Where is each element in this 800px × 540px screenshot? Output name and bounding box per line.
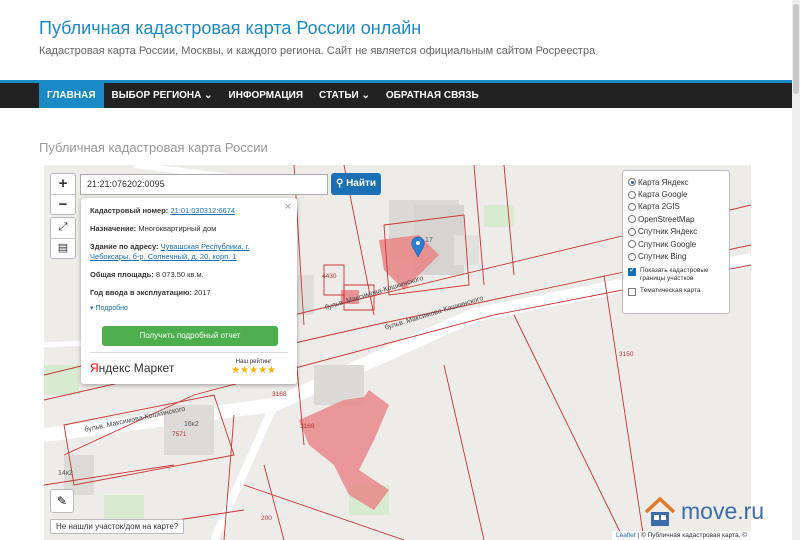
checkbox-icon[interactable] (628, 266, 636, 276)
search-button[interactable]: ⚲ Найти (331, 173, 381, 195)
map-label: 3150 (619, 351, 634, 358)
checkbox-icon[interactable] (628, 287, 636, 296)
purpose-label: Назначение: (90, 224, 137, 233)
site-header: Публичная кадастровая карта России онлай… (0, 0, 800, 80)
market-rating: Наш рейтинг ★★★★★ (231, 359, 276, 376)
house-number-label: 16к2 (184, 421, 199, 428)
print-icon[interactable]: ▤ (51, 238, 75, 258)
thematic-map-toggle[interactable]: Тематическая карта (628, 287, 724, 296)
address-label: Здание по адресу: (90, 242, 159, 251)
layer-option[interactable]: Карта 2GIS (628, 201, 724, 213)
map-label: 200 (261, 515, 272, 522)
close-icon[interactable]: × (285, 201, 291, 213)
nav-item-feedback[interactable]: ОБРАТНАЯ СВЯЗЬ (378, 83, 487, 108)
ruler-icon[interactable]: ✎ (50, 489, 74, 513)
layer-option[interactable]: Спутник Яндекс (628, 226, 724, 238)
radio-icon[interactable] (628, 240, 636, 249)
nav-item-home[interactable]: ГЛАВНАЯ (39, 83, 104, 108)
map-tools: ⤢ ▤ (50, 217, 76, 259)
zoom-in-button[interactable]: + (51, 174, 75, 194)
page-heading: Публичная кадастровая карта России (39, 140, 268, 155)
area-label: Общая площадь: (90, 270, 154, 279)
site-title[interactable]: Публичная кадастровая карта России онлай… (39, 18, 800, 39)
leaflet-link[interactable]: Leaflet (616, 532, 636, 539)
yandex-market-logo: Яндекс Маркет (90, 360, 175, 375)
layer-option[interactable]: OpenStreetMap (628, 213, 724, 225)
area-value: 8 073.50 кв.м. (155, 270, 204, 279)
purpose-row: Назначение: Многоквартирный дом (90, 224, 288, 234)
map-label: 3168 (272, 391, 287, 398)
get-report-button[interactable]: Получить подробный отчет (102, 326, 278, 346)
map-label: 4430 (322, 273, 337, 280)
layer-option[interactable]: Спутник Bing (628, 250, 724, 262)
main-navbar: ГЛАВНАЯ ВЫБОР РЕГИОНА ⌄ ИНФОРМАЦИЯ СТАТЬ… (0, 80, 792, 108)
house-number-label: 17 (425, 237, 433, 244)
search-button-label: Найти (346, 178, 377, 189)
measure-icon[interactable]: ⤢ (51, 218, 75, 238)
layer-option[interactable]: Карта Google (628, 188, 724, 200)
cadastral-number-row: Кадастровый номер: 21:01:030312:6674 (90, 206, 288, 216)
zoom-out-button[interactable]: − (51, 194, 75, 214)
cadastre-borders-toggle[interactable]: Показать кадастровые границы участков (628, 266, 724, 283)
house-number-label: 14к2 (58, 470, 73, 477)
house-logo-icon (644, 496, 676, 526)
map-attribution: Leaflet | © Публичная кадастровая карта,… (612, 531, 751, 540)
year-label: Год ввода в эксплуатацию: (90, 288, 192, 297)
cadastral-number-label: Кадастровый номер: (90, 206, 169, 215)
radio-icon[interactable] (628, 202, 636, 211)
radio-icon[interactable] (628, 252, 636, 261)
cadastral-map[interactable]: 4430 3150 3168 3168 7571 200 16к2 14к2 1… (44, 165, 751, 540)
layer-switcher: Карта Яндекс Карта Google Карта 2GIS Ope… (622, 170, 730, 314)
radio-icon[interactable] (628, 190, 636, 199)
object-info-popup: × Кадастровый номер: 21:01:030312:6674 Н… (81, 198, 297, 384)
watermark-text: move.ru (681, 497, 765, 524)
site-tagline: Кадастровая карта России, Москвы, и кажд… (39, 45, 596, 57)
nav-item-info[interactable]: ИНФОРМАЦИЯ (221, 83, 312, 108)
year-value: 2017 (194, 288, 211, 297)
not-found-button[interactable]: Не нашли участок/дом на карте? (50, 519, 185, 534)
map-label: 3168 (300, 423, 315, 430)
search-icon: ⚲ (335, 178, 347, 189)
purpose-value: Многоквартирный дом (138, 224, 217, 233)
radio-icon[interactable] (628, 215, 636, 224)
yandex-market-banner[interactable]: Яндекс Маркет Наш рейтинг ★★★★★ (90, 352, 288, 376)
nav-item-region[interactable]: ВЫБОР РЕГИОНА ⌄ (104, 83, 221, 108)
radio-icon[interactable] (628, 178, 636, 187)
year-row: Год ввода в эксплуатацию: 2017 (90, 288, 288, 298)
cadastral-number-link[interactable]: 21:01:030312:6674 (170, 206, 235, 215)
rating-stars-icon: ★★★★★ (231, 365, 276, 376)
area-row: Общая площадь: 8 073.50 кв.м. (90, 270, 288, 280)
address-row: Здание по адресу: Чувашская Республика, … (90, 242, 288, 262)
zoom-control: + − (50, 173, 76, 215)
map-label: 7571 (172, 431, 187, 438)
scrollbar-thumb[interactable] (793, 4, 799, 94)
watermark: move.ru (643, 494, 764, 528)
nav-item-articles[interactable]: СТАТЬИ ⌄ (311, 83, 378, 108)
page-scrollbar[interactable] (792, 0, 800, 540)
layer-option[interactable]: Карта Яндекс (628, 176, 724, 188)
layer-option[interactable]: Спутник Google (628, 238, 724, 250)
cadastral-search-input[interactable]: 21:21:076202:0095 (80, 174, 328, 195)
more-details-link[interactable]: ▾ Подробно (90, 304, 288, 312)
radio-icon[interactable] (628, 227, 636, 236)
